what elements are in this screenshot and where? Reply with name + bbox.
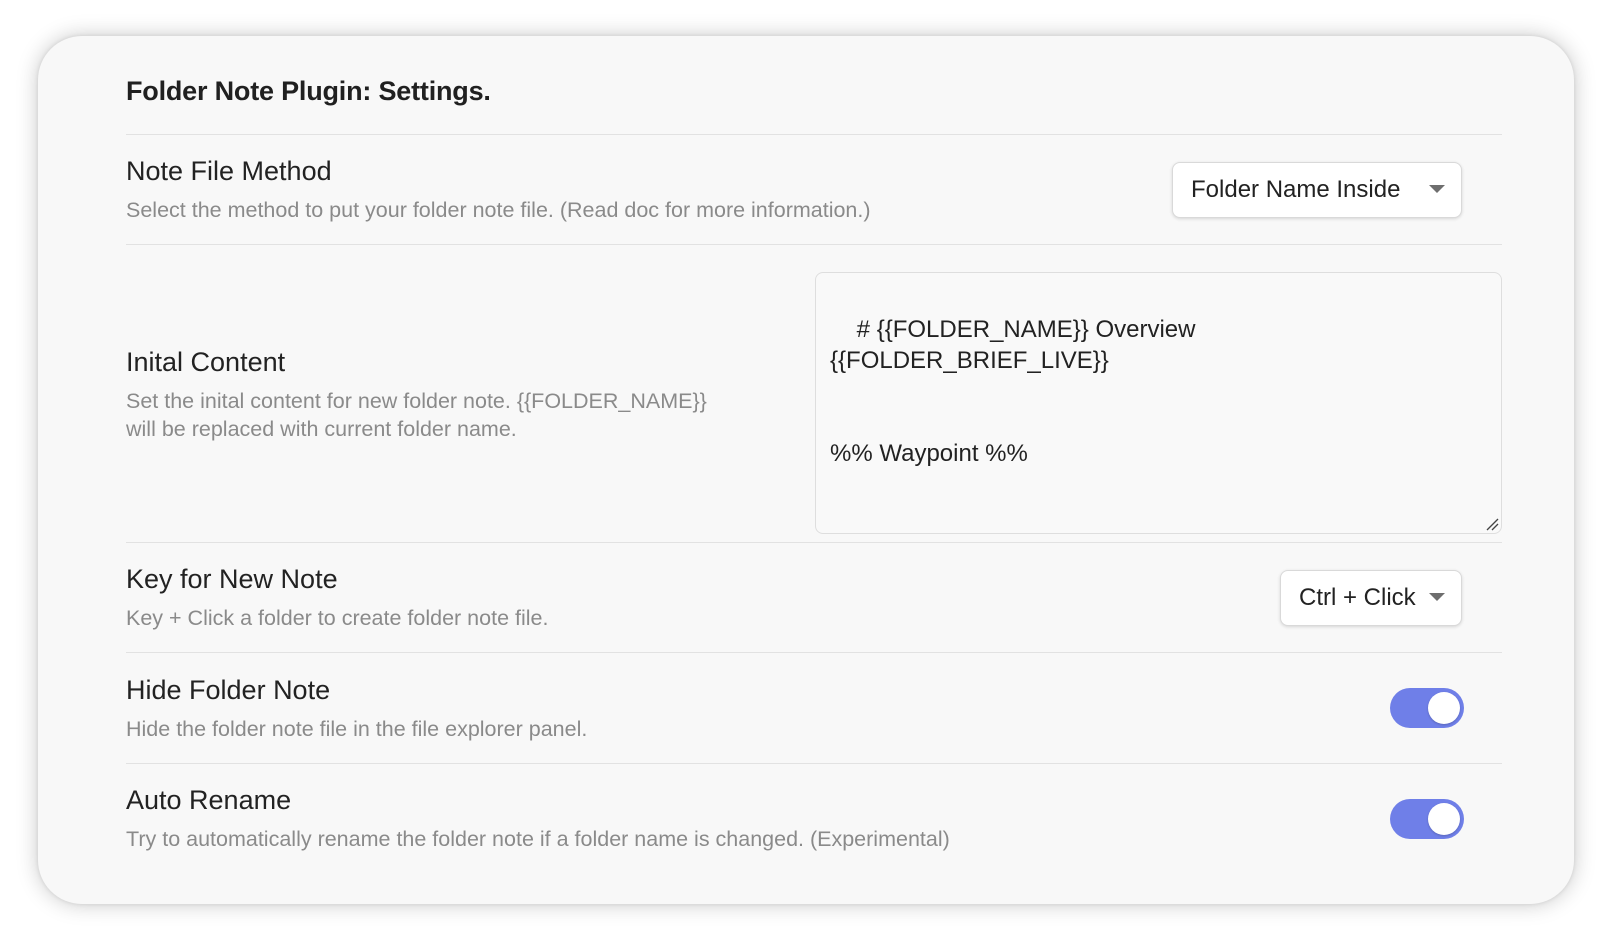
setting-desc-auto-rename: Try to automatically rename the folder n… — [126, 827, 950, 851]
setting-name-initial-content: Inital Content — [126, 347, 286, 377]
toggle-knob — [1428, 692, 1460, 724]
setting-name-key-for-new-note: Key for New Note — [126, 564, 338, 594]
settings-card: Folder Note Plugin: Settings. Note File … — [38, 36, 1574, 904]
chevron-down-icon — [1429, 593, 1445, 601]
toggle-knob — [1428, 803, 1460, 835]
resize-grip-icon[interactable] — [1485, 517, 1499, 531]
initial-content-text: # {{FOLDER_NAME}} Overview {{FOLDER_BRIE… — [830, 316, 1196, 467]
divider — [126, 763, 1502, 764]
setting-desc-initial-content: Set the inital content for new folder no… — [126, 387, 707, 443]
page-title: Folder Note Plugin: Settings. — [126, 76, 491, 106]
setting-desc-note-file-method: Select the method to put your folder not… — [126, 198, 871, 222]
key-for-new-note-value: Ctrl + Click — [1299, 584, 1416, 611]
divider — [126, 652, 1502, 653]
key-for-new-note-dropdown[interactable]: Ctrl + Click — [1280, 570, 1462, 626]
setting-name-hide-folder-note: Hide Folder Note — [126, 675, 331, 705]
divider — [126, 134, 1502, 135]
note-file-method-value: Folder Name Inside — [1191, 176, 1401, 203]
chevron-down-icon — [1429, 185, 1445, 193]
auto-rename-toggle[interactable] — [1390, 799, 1464, 839]
setting-name-auto-rename: Auto Rename — [126, 785, 292, 815]
divider — [126, 244, 1502, 245]
hide-folder-note-toggle[interactable] — [1390, 688, 1464, 728]
initial-content-textarea[interactable]: # {{FOLDER_NAME}} Overview {{FOLDER_BRIE… — [815, 272, 1502, 534]
note-file-method-dropdown[interactable]: Folder Name Inside — [1172, 162, 1462, 218]
setting-desc-key-for-new-note: Key + Click a folder to create folder no… — [126, 606, 549, 630]
setting-desc-line: Set the inital content for new folder no… — [126, 389, 707, 413]
setting-desc-line: will be replaced with current folder nam… — [126, 417, 517, 441]
setting-desc-hide-folder-note: Hide the folder note file in the file ex… — [126, 717, 588, 741]
divider — [126, 542, 1502, 543]
setting-name-note-file-method: Note File Method — [126, 156, 332, 186]
